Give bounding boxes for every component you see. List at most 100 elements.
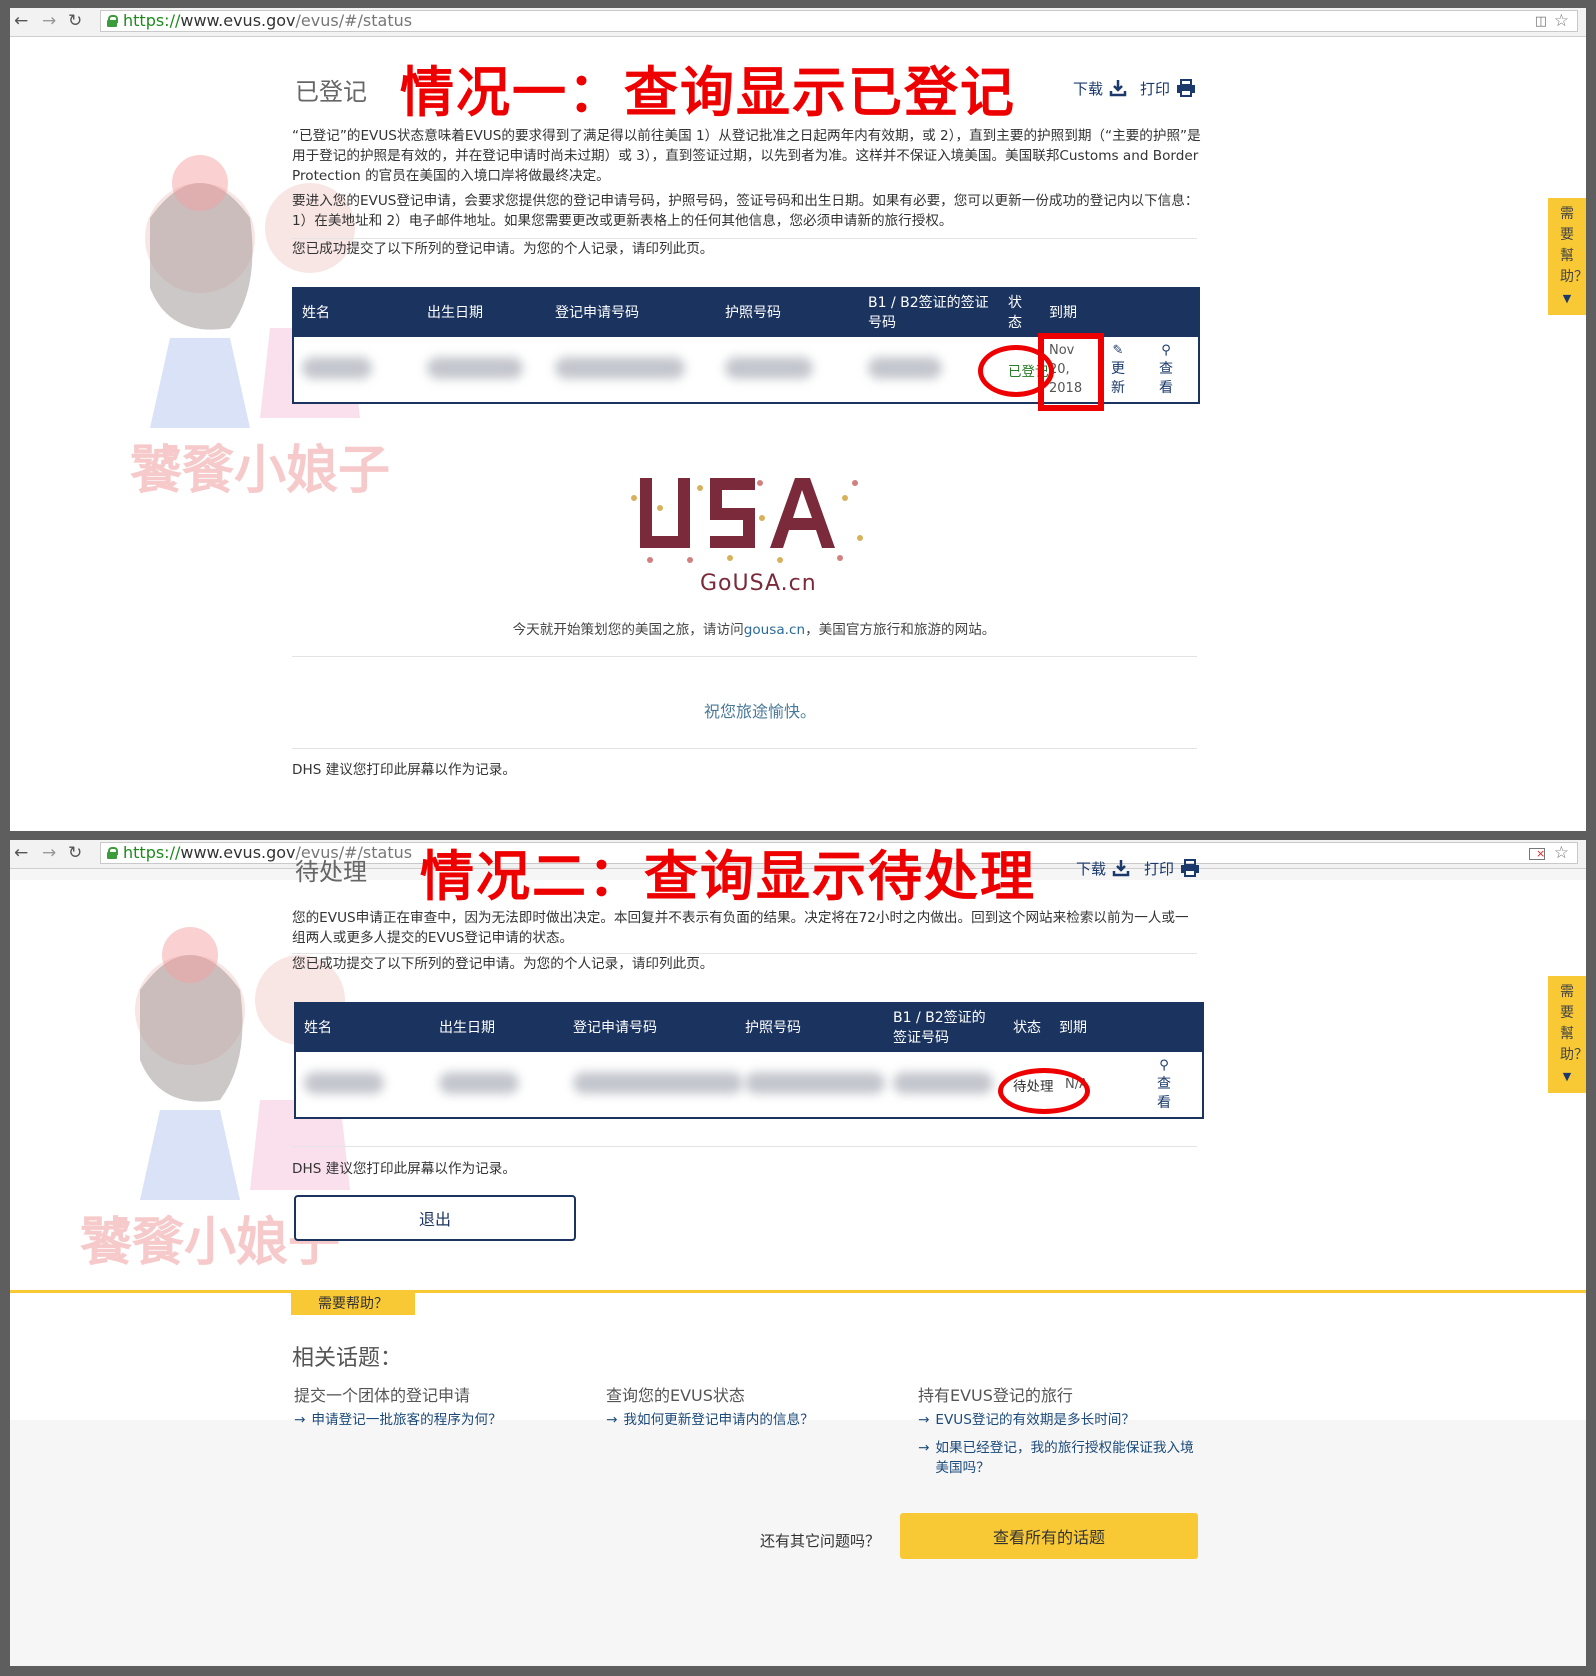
- table-header-row: 姓名 出生日期 登记申请号码 护照号码 B1 / B2签证的签证号码 状态 到期: [293, 288, 1199, 337]
- update-button[interactable]: ✎ 更新: [1101, 337, 1149, 403]
- col-header-application-number: 登记申请号码: [565, 1003, 737, 1052]
- pending-description: 您的EVUS申请正在审查中，因为无法即时做出决定。本回复并不表示有负面的结果。决…: [292, 910, 1189, 946]
- back-arrow-icon[interactable]: ←: [14, 11, 28, 31]
- browser-window-pending: ← → ↻ https://www.evus.gov/evus/#/status…: [10, 840, 1586, 1666]
- divider: [292, 656, 1197, 657]
- annotation-status-circle: [998, 1068, 1090, 1114]
- view-button[interactable]: ⚲ 查看: [1149, 337, 1199, 403]
- topic-link[interactable]: → 如果已经登记，我的旅行授权能保证我入境美国吗？: [918, 1438, 1202, 1478]
- page-title: 待处理: [295, 858, 367, 886]
- registered-description: “已登记”的EVUS状态意味着EVUS的要求得到了满足得以前往美国 1）从登记批…: [292, 128, 1201, 184]
- col-header-status: 状态: [1000, 288, 1041, 337]
- col-header-dob: 出生日期: [419, 288, 547, 337]
- col-header-name: 姓名: [293, 288, 419, 337]
- url-text: https://www.evus.gov/evus/#/status: [123, 843, 413, 862]
- dhs-print-note: DHS 建议您打印此屏幕以作为记录。: [292, 1161, 516, 1177]
- print-link[interactable]: 打印: [1140, 78, 1196, 99]
- redacted-passport-number: [717, 337, 860, 403]
- col-header-name: 姓名: [295, 1003, 431, 1052]
- page-title: 已登记: [295, 78, 367, 106]
- triangle-down-icon: ▼: [1562, 1070, 1572, 1083]
- col-header-dob: 出生日期: [431, 1003, 565, 1052]
- redacted-name: [293, 337, 419, 403]
- annotation-headline: 情况一：查询显示已登记: [400, 61, 1016, 124]
- lock-icon: [107, 15, 118, 27]
- arrow-right-icon: →: [918, 1440, 930, 1456]
- divider: [292, 748, 1197, 749]
- gousa-logo-text: GoUSA.cn: [700, 571, 817, 596]
- bookmark-star-icon[interactable]: ☆: [1554, 11, 1569, 31]
- svg-text:饕餮小娘子: 饕餮小娘子: [130, 440, 390, 501]
- help-side-tab[interactable]: 需要幫助？ ▼: [1548, 198, 1586, 315]
- gousa-link[interactable]: gousa.cn: [744, 622, 805, 638]
- download-icon: [1109, 80, 1127, 97]
- download-link[interactable]: 下载: [1073, 78, 1127, 99]
- need-help-tab[interactable]: 需要帮助？: [291, 1293, 415, 1315]
- col-header-visa-number: B1 / B2签证的签证号码: [860, 288, 1000, 337]
- dhs-print-note: DHS 建议您打印此屏幕以作为记录。: [292, 762, 516, 778]
- col-header-visa-number: B1 / B2签证的签证号码: [885, 1003, 1005, 1052]
- magnifier-icon: ⚲: [1159, 1058, 1169, 1073]
- reload-icon[interactable]: ↻: [68, 843, 82, 863]
- browser-window-registered: ← → ↻ https://www.evus.gov/evus/#/status…: [10, 8, 1586, 831]
- redacted-visa-number: [885, 1052, 1005, 1118]
- arrow-right-icon: →: [918, 1412, 930, 1428]
- submitted-note: 您已成功提交了以下所列的登记申请。为您的个人记录，请印列此页。: [292, 241, 714, 257]
- browser-toolbar: ← → ↻ https://www.evus.gov/evus/#/status…: [10, 8, 1586, 37]
- col-header-passport-number: 护照号码: [737, 1003, 885, 1052]
- footer-divider: [10, 1290, 1586, 1293]
- printer-icon: [1181, 859, 1200, 877]
- topic-column-title: 提交一个团体的登记申请: [294, 1386, 471, 1405]
- topic-link[interactable]: → 我如何更新登记申请内的信息？: [606, 1410, 814, 1430]
- topic-link[interactable]: → 申请登记一批旅客的程序为何？: [294, 1410, 502, 1430]
- topic-column-title: 查询您的EVUS状态: [606, 1386, 745, 1405]
- url-text: https://www.evus.gov/evus/#/status: [123, 11, 413, 30]
- table-header-row: 姓名 出生日期 登记申请号码 护照号码 B1 / B2签证的签证号码 状态 到期: [295, 1003, 1203, 1052]
- print-link[interactable]: 打印: [1144, 858, 1200, 879]
- col-header-status: 状态: [1005, 1003, 1051, 1052]
- lock-icon: [107, 847, 118, 859]
- col-header-passport-number: 护照号码: [717, 288, 860, 337]
- annotation-headline: 情况二：查询显示待处理: [420, 845, 1036, 908]
- redacted-dob: [431, 1052, 565, 1118]
- col-header-application-number: 登记申请号码: [547, 288, 717, 337]
- topic-column-title: 持有EVUS登记的旅行: [918, 1386, 1073, 1405]
- pencil-icon: ✎: [1112, 343, 1124, 358]
- printer-icon: [1177, 79, 1196, 97]
- other-questions-text: 还有其它问题吗？: [760, 1532, 881, 1550]
- view-button[interactable]: ⚲ 查看: [1131, 1052, 1203, 1118]
- arrow-right-icon: →: [606, 1412, 618, 1428]
- redacted-passport-number: [737, 1052, 885, 1118]
- topic-link[interactable]: → EVUS登记的有效期是多长时间？: [918, 1410, 1135, 1430]
- address-bar[interactable]: https://www.evus.gov/evus/#/status ◫ ☆: [100, 10, 1578, 32]
- translate-icon[interactable]: ◫: [1535, 14, 1547, 29]
- blocked-popup-icon[interactable]: [1529, 848, 1545, 860]
- arrow-right-icon: →: [294, 1412, 306, 1428]
- submitted-note: 您已成功提交了以下所列的登记申请。为您的个人记录，请印列此页。: [292, 956, 714, 972]
- bookmark-star-icon[interactable]: ☆: [1554, 843, 1569, 863]
- redacted-application-number: [547, 337, 717, 403]
- download-link[interactable]: 下载: [1076, 858, 1130, 879]
- annotation-expiry-box: [1038, 333, 1104, 411]
- download-icon: [1112, 860, 1130, 877]
- view-all-topics-button[interactable]: 查看所有的话题: [900, 1513, 1198, 1559]
- usa-dotted-logo: [631, 478, 863, 563]
- exit-button[interactable]: 退出: [294, 1195, 576, 1241]
- update-instructions: 要进入您的EVUS登记申请，会要求您提供您的登记申请号码，护照号码，签证号码和出…: [292, 193, 1199, 229]
- reload-icon[interactable]: ↻: [68, 11, 82, 31]
- divider: [292, 1146, 1197, 1147]
- bon-voyage-text: 祝您旅途愉快。: [704, 702, 817, 721]
- col-header-expiry: 到期: [1051, 1003, 1131, 1052]
- plan-trip-text: 今天就开始策划您的美国之旅，请访问gousa.cn，美国官方旅行和旅游的网站。: [512, 622, 996, 638]
- forward-arrow-icon[interactable]: →: [42, 843, 56, 863]
- col-header-expiry: 到期: [1041, 288, 1101, 337]
- redacted-dob: [419, 337, 547, 403]
- triangle-down-icon: ▼: [1562, 292, 1572, 305]
- redacted-application-number: [565, 1052, 743, 1118]
- magnifier-icon: ⚲: [1161, 343, 1171, 358]
- help-side-tab[interactable]: 需要幫助？ ▼: [1548, 976, 1586, 1093]
- related-topics-title: 相关话题：: [292, 1346, 403, 1371]
- back-arrow-icon[interactable]: ←: [14, 843, 28, 863]
- redacted-name: [295, 1052, 431, 1118]
- forward-arrow-icon[interactable]: →: [42, 11, 56, 31]
